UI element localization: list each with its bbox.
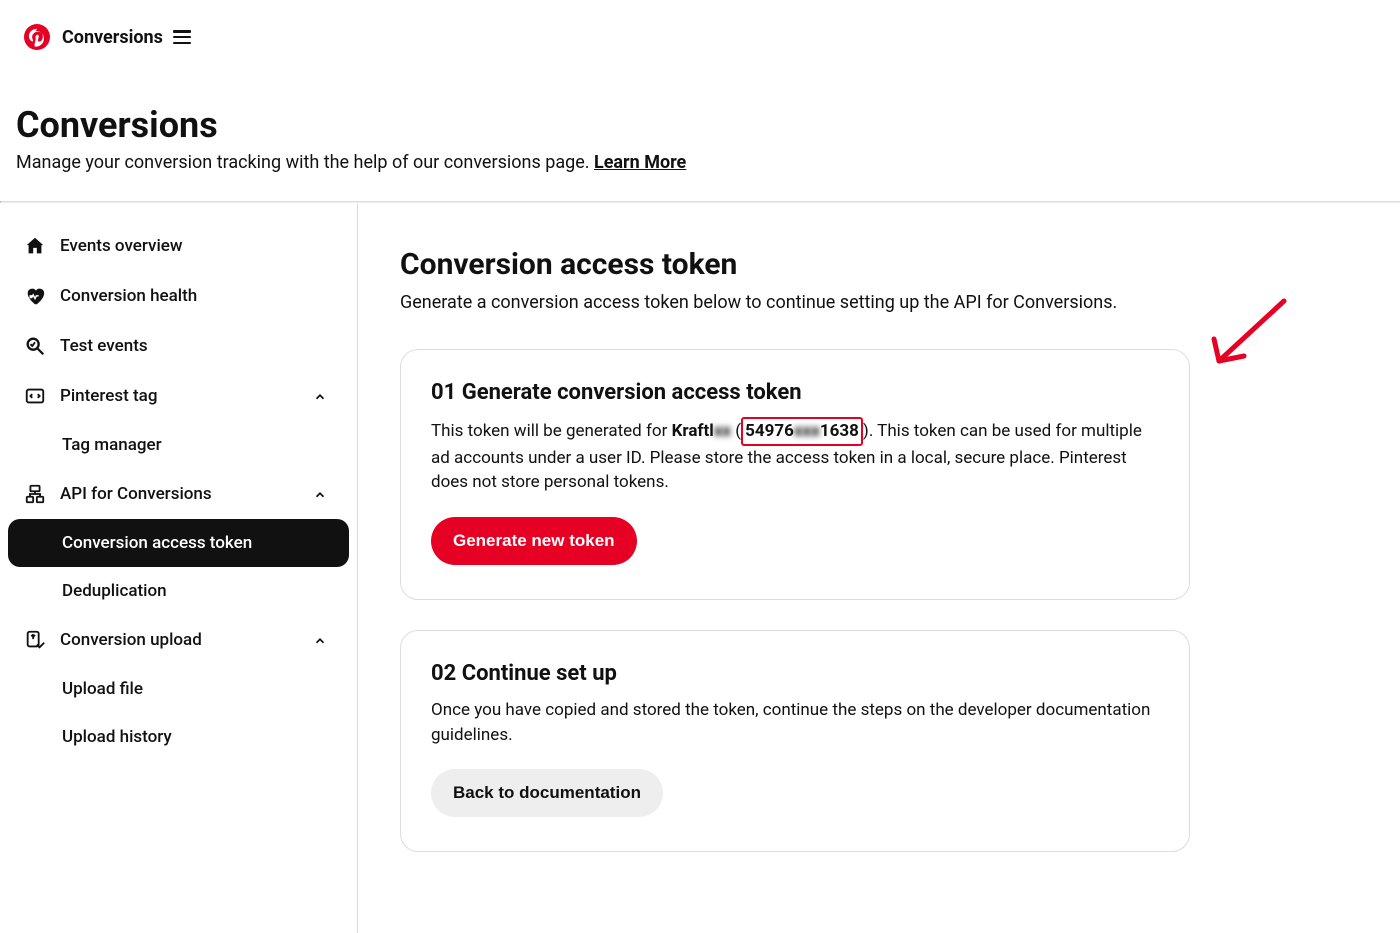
main-title: Conversion access token <box>400 247 1344 282</box>
sidebar-item-label: Upload file <box>62 679 143 699</box>
page-title: Conversions <box>16 104 1384 146</box>
menu-icon[interactable] <box>173 30 191 44</box>
chevron-up-icon <box>313 389 327 403</box>
sidebar-subitem-upload-history[interactable]: Upload history <box>8 713 349 761</box>
generate-new-token-button[interactable]: Generate new token <box>431 517 637 565</box>
sidebar: Events overview Conversion health Test e… <box>0 203 358 933</box>
card-continue-setup: 02 Continue set up Once you have copied … <box>400 630 1190 852</box>
back-to-documentation-button[interactable]: Back to documentation <box>431 769 663 817</box>
learn-more-link[interactable]: Learn More <box>594 152 686 173</box>
api-icon <box>24 483 46 505</box>
chevron-up-icon <box>313 633 327 647</box>
main-subtitle: Generate a conversion access token below… <box>400 292 1344 313</box>
sidebar-item-label: Deduplication <box>62 581 167 601</box>
sidebar-item-conversion-upload[interactable]: Conversion upload <box>8 615 349 665</box>
sidebar-item-events-overview[interactable]: Events overview <box>8 221 349 271</box>
page-subtitle: Manage your conversion tracking with the… <box>16 152 1384 173</box>
sidebar-subitem-upload-file[interactable]: Upload file <box>8 665 349 713</box>
account-name: Kraftlxx <box>672 421 732 441</box>
page-header: Conversions Manage your conversion track… <box>0 62 1400 201</box>
pinterest-logo-icon <box>24 24 50 50</box>
heart-pulse-icon <box>24 285 46 307</box>
sidebar-item-pinterest-tag[interactable]: Pinterest tag <box>8 371 349 421</box>
sidebar-subitem-conversion-access-token[interactable]: Conversion access token <box>8 519 349 567</box>
sidebar-item-label: API for Conversions <box>60 484 212 504</box>
card-heading: 01 Generate conversion access token <box>431 380 1159 405</box>
upload-icon <box>24 629 46 651</box>
main-content: Conversion access token Generate a conve… <box>358 203 1400 933</box>
sidebar-item-api-for-conversions[interactable]: API for Conversions <box>8 469 349 519</box>
sidebar-subitem-tag-manager[interactable]: Tag manager <box>8 421 349 469</box>
sidebar-item-test-events[interactable]: Test events <box>8 321 349 371</box>
chevron-up-icon <box>313 487 327 501</box>
topbar: Conversions <box>0 0 1400 62</box>
card-body: Once you have copied and stored the toke… <box>431 698 1159 747</box>
account-id-highlight: 54976xxx1638 <box>741 417 863 446</box>
sidebar-item-conversion-health[interactable]: Conversion health <box>8 271 349 321</box>
sidebar-item-label: Conversion health <box>60 286 197 306</box>
home-icon <box>24 235 46 257</box>
card-heading: 02 Continue set up <box>431 661 1159 686</box>
sidebar-item-label: Tag manager <box>62 435 162 455</box>
magnify-icon <box>24 335 46 357</box>
tag-code-icon <box>24 385 46 407</box>
sidebar-item-label: Conversion access token <box>62 533 252 553</box>
sidebar-item-label: Test events <box>60 336 148 356</box>
sidebar-item-label: Pinterest tag <box>60 386 157 406</box>
sidebar-subitem-deduplication[interactable]: Deduplication <box>8 567 349 615</box>
sidebar-item-label: Events overview <box>60 236 183 256</box>
sidebar-item-label: Conversion upload <box>60 630 202 650</box>
topbar-title: Conversions <box>62 27 163 48</box>
card-generate-token: 01 Generate conversion access token This… <box>400 349 1190 600</box>
card-body: This token will be generated for Kraftlx… <box>431 417 1159 495</box>
sidebar-item-label: Upload history <box>62 727 172 747</box>
